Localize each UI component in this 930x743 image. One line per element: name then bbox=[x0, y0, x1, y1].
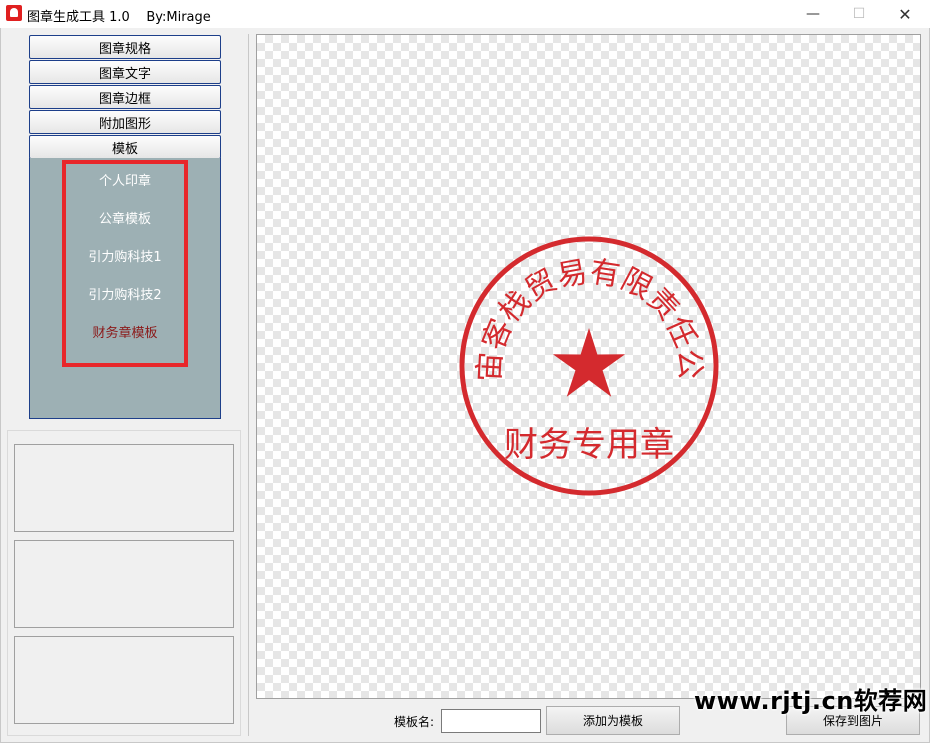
minimize-button[interactable]: — bbox=[790, 0, 836, 28]
template-item-official[interactable]: 公章模板 bbox=[62, 208, 188, 227]
menu-button-text[interactable]: 图章文字 bbox=[29, 60, 221, 84]
star-icon bbox=[552, 328, 626, 397]
title-bar: 图章生成工具 1.0 By:Mirage — ☐ ✕ bbox=[0, 0, 930, 28]
app-icon bbox=[6, 5, 22, 21]
menu-button-templates[interactable]: 模板 bbox=[29, 135, 221, 159]
menu-button-shapes[interactable]: 附加图形 bbox=[29, 110, 221, 134]
add-as-template-button[interactable]: 添加为模板 bbox=[546, 706, 680, 735]
close-button[interactable]: ✕ bbox=[882, 0, 928, 28]
stamp-center-text: 财务专用章 bbox=[504, 425, 674, 465]
watermark-text: www.rjtj.cn软荐网 bbox=[694, 687, 928, 715]
maximize-button[interactable]: ☐ bbox=[836, 0, 882, 28]
template-item-finance[interactable]: 财务章模板 bbox=[62, 322, 188, 341]
menu-button-spec[interactable]: 图章规格 bbox=[29, 35, 221, 59]
template-item-yinli-1[interactable]: 引力购科技1 bbox=[62, 246, 188, 265]
panel-divider bbox=[248, 34, 249, 736]
stamp-preview: 宇宙客栈贸易有限责任公司 财务专用章 bbox=[457, 234, 719, 496]
template-item-yinli-2[interactable]: 引力购科技2 bbox=[62, 284, 188, 303]
preview-box-3 bbox=[14, 636, 234, 724]
template-name-input[interactable] bbox=[441, 709, 541, 733]
template-name-label: 模板名: bbox=[394, 715, 435, 729]
template-item-personal[interactable]: 个人印章 bbox=[62, 170, 188, 189]
preview-box-2 bbox=[14, 540, 234, 628]
menu-button-border[interactable]: 图章边框 bbox=[29, 85, 221, 109]
preview-box-1 bbox=[14, 444, 234, 532]
window-title: 图章生成工具 1.0 By:Mirage bbox=[27, 10, 211, 25]
